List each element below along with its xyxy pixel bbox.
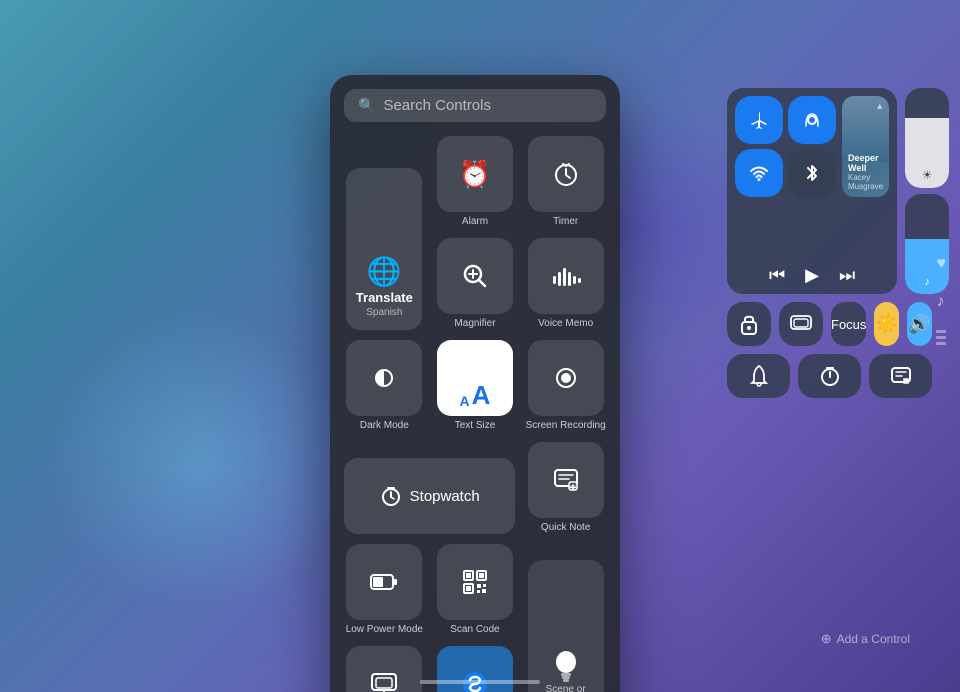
text-size-control[interactable]: A A Text Size bbox=[435, 340, 516, 432]
search-bar[interactable]: 🔍 bbox=[344, 89, 606, 122]
timer-icon2 bbox=[819, 365, 841, 387]
playback-controls: ⏮ ▶ ⏭ bbox=[735, 265, 889, 286]
screen-time-icon bbox=[890, 365, 912, 387]
side-icons: ♥ ♪ bbox=[937, 255, 947, 311]
lock-mirror-row: Focus ☀️ 🔊 bbox=[727, 302, 932, 346]
focus-button[interactable]: Focus bbox=[831, 302, 866, 346]
timer-icon bbox=[552, 160, 580, 188]
plus-circle-icon: ⊕ bbox=[821, 631, 832, 647]
screen-recording-label: Screen Recording bbox=[526, 420, 606, 432]
lock-icon bbox=[740, 313, 758, 335]
dark-mode-control[interactable]: Dark Mode bbox=[344, 340, 425, 432]
timer-button2[interactable] bbox=[798, 354, 861, 398]
display-mode-button[interactable]: ☀️ bbox=[874, 302, 899, 346]
next-button[interactable]: ⏭ bbox=[839, 265, 855, 286]
brightness-slider[interactable]: ☀ bbox=[905, 88, 949, 188]
recognize-music-control[interactable]: Recognize Music bbox=[435, 646, 516, 692]
add-control-label: Add a Control bbox=[837, 632, 910, 646]
sound-button[interactable]: 🔊 bbox=[907, 302, 932, 346]
home-scene-sublabel: Scene or Accessory bbox=[528, 684, 604, 692]
search-icon: 🔍 bbox=[358, 97, 375, 114]
magnifier-icon bbox=[461, 262, 489, 290]
mirror-icon bbox=[790, 315, 812, 333]
wifi-icon bbox=[749, 163, 769, 183]
bluetooth-button[interactable] bbox=[788, 149, 836, 197]
screen-mirroring-icon bbox=[371, 673, 397, 692]
voice-memo-icon bbox=[551, 263, 581, 289]
play-pause-button[interactable]: ▶ bbox=[805, 265, 819, 286]
quick-note-label: Quick Note bbox=[541, 522, 590, 534]
screen-lock-button[interactable] bbox=[727, 302, 771, 346]
airplay-icon: ▲ bbox=[875, 101, 884, 111]
artist-name: Kacey Musgrave bbox=[848, 173, 883, 191]
scan-code-control[interactable]: Scan Code bbox=[435, 544, 516, 636]
text-size-label: Text Size bbox=[455, 420, 496, 432]
song-title: Deeper Well bbox=[848, 153, 883, 173]
low-power-control[interactable]: Low Power Mode bbox=[344, 544, 425, 636]
voice-memo-control[interactable]: Voice Memo bbox=[525, 238, 606, 330]
text-size-small-a: A bbox=[460, 394, 470, 408]
stopwatch-text: Stopwatch bbox=[410, 488, 480, 505]
translate-control[interactable]: 🌐 Translate Spanish bbox=[344, 136, 425, 330]
bell-icon bbox=[750, 365, 768, 387]
magnifier-label: Magnifier bbox=[454, 318, 495, 330]
home-scene-control[interactable]: Scene or Accessory Home bbox=[525, 544, 606, 692]
screen-mirroring-control[interactable]: Screen Mirroring bbox=[344, 646, 425, 692]
low-power-label: Low Power Mode bbox=[346, 624, 423, 636]
low-power-icon bbox=[370, 573, 398, 591]
quick-note-control[interactable]: Quick Note bbox=[525, 442, 606, 534]
magnifier-control[interactable]: Magnifier bbox=[435, 238, 516, 330]
airplane-mode-button[interactable] bbox=[735, 96, 783, 144]
dark-mode-icon bbox=[371, 365, 397, 391]
scan-code-label: Scan Code bbox=[450, 624, 499, 636]
wifi-button[interactable] bbox=[735, 149, 783, 197]
voice-memo-label: Voice Memo bbox=[538, 318, 593, 330]
home-bulb-icon bbox=[551, 649, 581, 684]
control-panel: 🔍 🌐 Translate Spanish ⏰ Alarm bbox=[330, 75, 620, 692]
alarm-control[interactable]: ⏰ Alarm bbox=[435, 136, 516, 228]
media-row: Deeper Well Kacey Musgrave ▲ ⏮ ▶ ⏭ bbox=[727, 88, 932, 294]
screen-mirror-button2[interactable] bbox=[779, 302, 823, 346]
quick-note-icon bbox=[553, 468, 579, 492]
search-input[interactable] bbox=[383, 97, 592, 114]
timer-label: Timer bbox=[553, 216, 578, 228]
airdrop-icon bbox=[802, 110, 822, 130]
screen-time-button[interactable] bbox=[869, 354, 932, 398]
stopwatch-control[interactable]: Stopwatch bbox=[344, 442, 515, 534]
text-size-large-a: A bbox=[472, 382, 491, 408]
timer-control[interactable]: Timer bbox=[525, 136, 606, 228]
album-art: Deeper Well Kacey Musgrave ▲ bbox=[842, 96, 889, 197]
notification-button[interactable] bbox=[727, 354, 790, 398]
airplane-icon bbox=[749, 110, 769, 130]
prev-button[interactable]: ⏮ bbox=[769, 265, 785, 286]
right-section: Deeper Well Kacey Musgrave ▲ ⏮ ▶ ⏭ bbox=[727, 88, 932, 398]
stopwatch-icon bbox=[380, 485, 402, 507]
music-note-icon: ♪ bbox=[937, 293, 947, 311]
airdrop-button[interactable] bbox=[788, 96, 836, 144]
screen-recording-control[interactable]: Screen Recording bbox=[525, 340, 606, 432]
signal-indicator bbox=[936, 330, 946, 345]
screen-recording-icon bbox=[555, 367, 577, 389]
home-indicator[interactable] bbox=[420, 680, 540, 684]
media-card: Deeper Well Kacey Musgrave ▲ ⏮ ▶ ⏭ bbox=[727, 88, 897, 294]
ipad-frame: 🔍 🌐 Translate Spanish ⏰ Alarm bbox=[0, 0, 960, 692]
add-control-section[interactable]: ⊕ Add a Control bbox=[821, 631, 910, 647]
bluetooth-icon bbox=[804, 162, 820, 184]
controls-grid: 🌐 Translate Spanish ⏰ Alarm bbox=[344, 136, 606, 692]
notif-row bbox=[727, 354, 932, 398]
dark-mode-label: Dark Mode bbox=[360, 420, 409, 432]
scan-code-icon bbox=[462, 569, 488, 595]
alarm-label: Alarm bbox=[462, 216, 488, 228]
bg-blob1 bbox=[50, 312, 350, 612]
heart-icon: ♥ bbox=[937, 255, 947, 273]
